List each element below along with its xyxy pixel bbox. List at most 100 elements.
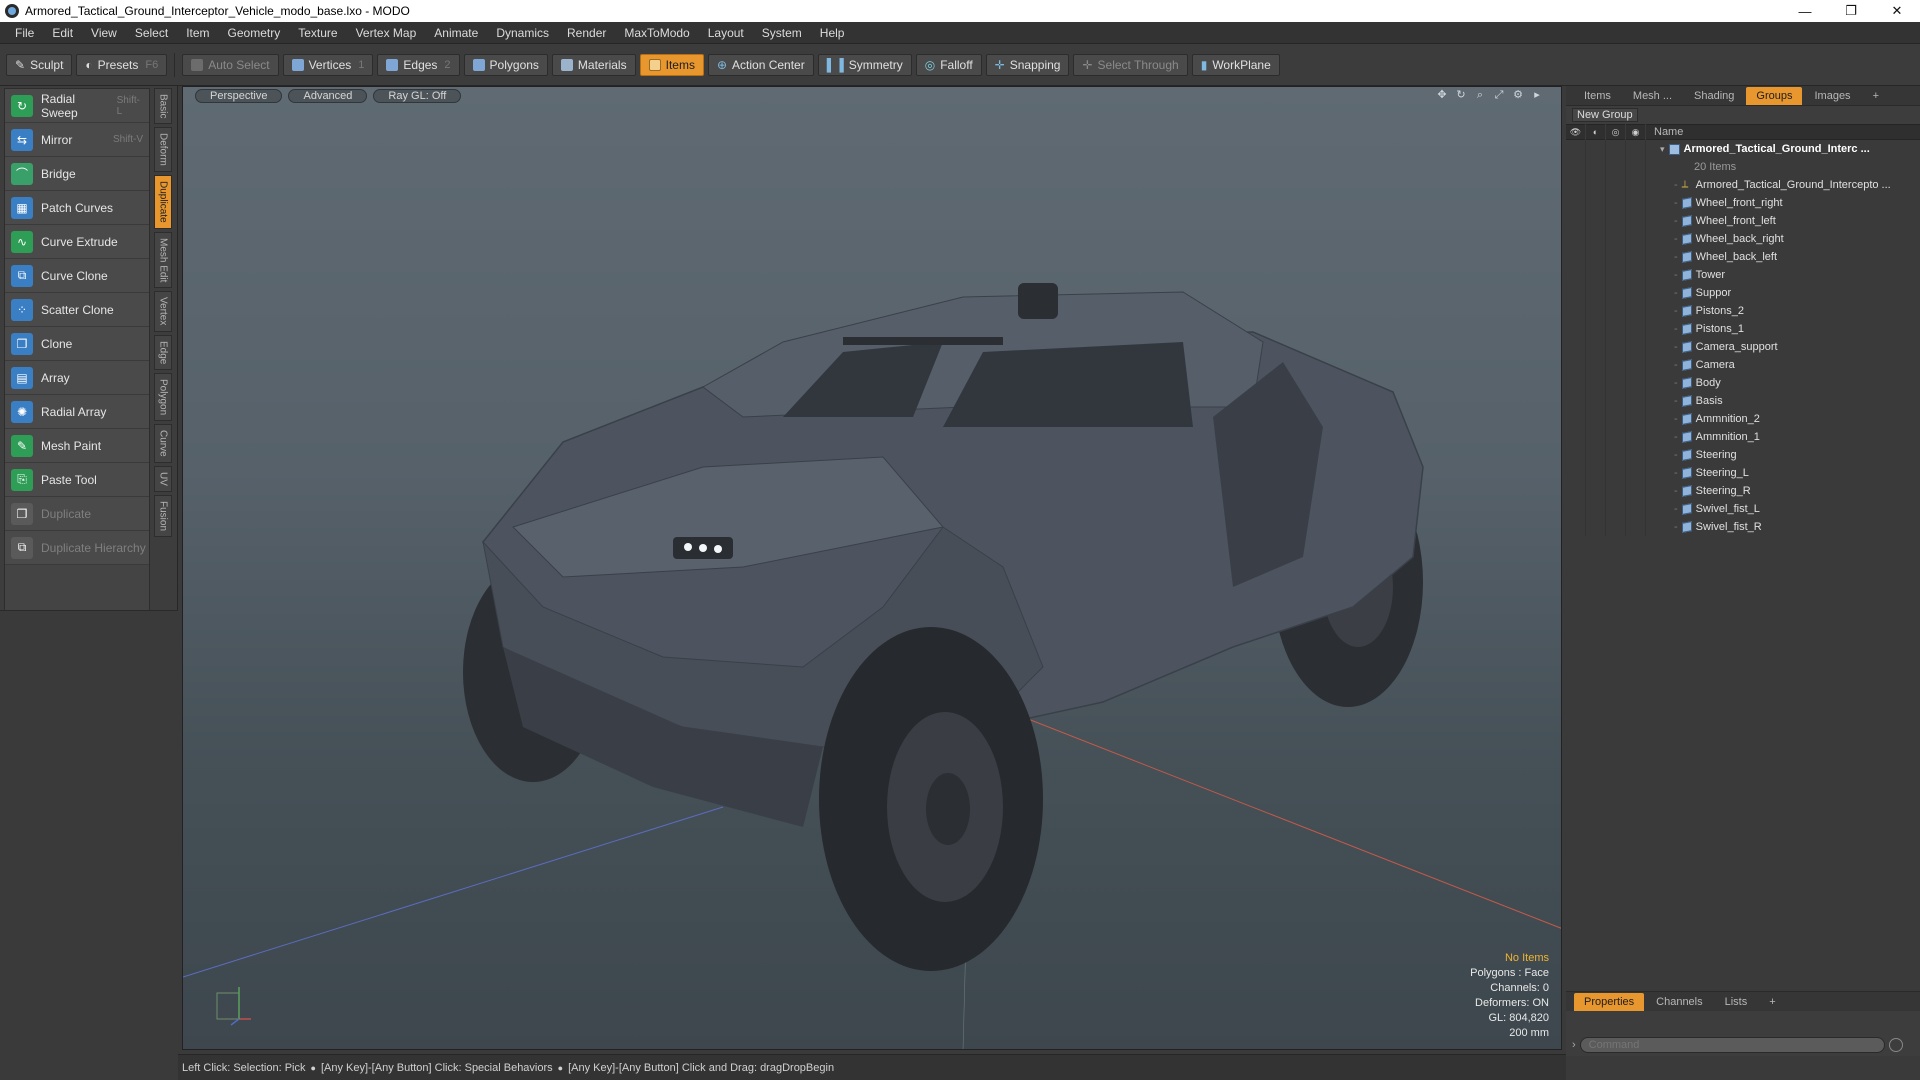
tab-images[interactable]: Images [1804, 87, 1860, 105]
command-history-icon[interactable] [1888, 1038, 1903, 1052]
tool-scatter-clone[interactable]: ⁘ Scatter Clone [5, 293, 149, 327]
tool-paste-tool[interactable]: ⎘ Paste Tool [5, 463, 149, 497]
vertices-button[interactable]: Vertices 1 [282, 53, 374, 76]
menu-item[interactable]: Item [177, 26, 218, 40]
tab-fusion[interactable]: Fusion [154, 494, 172, 537]
edges-button[interactable]: Edges 2 [377, 53, 460, 76]
group-item-row[interactable]: - Swivel_fist_R [1566, 518, 1920, 536]
menu-geometry[interactable]: Geometry [219, 26, 290, 40]
gear-icon[interactable]: ⚙ [1512, 89, 1524, 101]
add-tab-button[interactable]: + [1863, 87, 1889, 105]
tab-polygon[interactable]: Polygon [154, 373, 172, 422]
workplane-button[interactable]: ▮ WorkPlane [1191, 53, 1280, 76]
maximize-button[interactable]: ❐ [1828, 0, 1874, 22]
tab-deform[interactable]: Deform [154, 127, 172, 173]
group-item-row[interactable]: - Swivel_fist_L [1566, 500, 1920, 518]
group-item-row[interactable]: - Suppor [1566, 284, 1920, 302]
collapse-icon[interactable]: ▾ [1660, 144, 1665, 155]
tab-curve[interactable]: Curve [154, 424, 172, 463]
command-input[interactable] [1579, 1037, 1885, 1053]
group-item-row[interactable]: - Wheel_front_right [1566, 194, 1920, 212]
raygl-dropdown[interactable]: Ray GL: Off [373, 89, 462, 103]
action-center-button[interactable]: ⊕ Action Center [707, 53, 814, 76]
tool-clone[interactable]: ❐ Clone [5, 327, 149, 361]
menu-view[interactable]: View [82, 26, 126, 40]
tab-mesh[interactable]: Mesh ... [1623, 87, 1682, 105]
tool-duplicate[interactable]: ❐ Duplicate [5, 497, 149, 531]
group-row[interactable]: ▾ Armored_Tactical_Ground_Interc ... [1566, 140, 1920, 158]
visibility-column-icon[interactable]: 👁 [1566, 124, 1586, 140]
minimize-button[interactable]: — [1782, 0, 1828, 22]
group-item-row[interactable]: - Steering_R [1566, 482, 1920, 500]
group-item-row[interactable]: - Wheel_back_right [1566, 230, 1920, 248]
sculpt-button[interactable]: ✎ Sculpt [6, 53, 73, 76]
menu-system[interactable]: System [753, 26, 811, 40]
tool-array[interactable]: ▤ Array [5, 361, 149, 395]
rotate-icon[interactable]: ↻ [1455, 89, 1467, 101]
tab-items[interactable]: Items [1574, 87, 1621, 105]
perspective-dropdown[interactable]: Perspective [195, 89, 283, 103]
chevron-right-icon[interactable]: ▸ [1531, 89, 1543, 101]
name-column-header[interactable]: Name [1646, 126, 1683, 138]
menu-render[interactable]: Render [558, 26, 615, 40]
add-properties-tab-button[interactable]: + [1759, 993, 1785, 1011]
polygons-button[interactable]: Polygons [463, 53, 548, 76]
menu-file[interactable]: File [6, 26, 43, 40]
tab-vertex[interactable]: Vertex [154, 291, 172, 332]
menu-animate[interactable]: Animate [425, 26, 487, 40]
close-button[interactable]: ✕ [1874, 0, 1920, 22]
tab-mesh-edit[interactable]: Mesh Edit [154, 231, 172, 289]
tool-bridge[interactable]: ⌒ Bridge [5, 157, 149, 191]
tab-lists[interactable]: Lists [1715, 993, 1758, 1011]
group-item-row[interactable]: - Ammnition_1 [1566, 428, 1920, 446]
menu-help[interactable]: Help [811, 26, 854, 40]
menu-vertex-map[interactable]: Vertex Map [347, 26, 426, 40]
group-item-row[interactable]: - Steering [1566, 446, 1920, 464]
group-item-row[interactable]: - Steering_L [1566, 464, 1920, 482]
tool-mirror[interactable]: ⇆ Mirror Shift-V [5, 123, 149, 157]
menu-texture[interactable]: Texture [289, 26, 346, 40]
menu-select[interactable]: Select [126, 26, 177, 40]
select-column-icon[interactable]: ◉ [1626, 124, 1646, 140]
zoom-icon[interactable]: ⌕ [1474, 89, 1486, 101]
advanced-dropdown[interactable]: Advanced [288, 89, 368, 103]
tool-radial-array[interactable]: ✺ Radial Array [5, 395, 149, 429]
group-item-row[interactable]: - ⟂ Armored_Tactical_Ground_Intercepto ... [1566, 176, 1920, 194]
vehicle-scene[interactable] [183, 87, 1562, 1050]
tab-channels[interactable]: Channels [1646, 993, 1712, 1011]
presets-button[interactable]: ◐ Presets F6 [76, 53, 168, 76]
items-button[interactable]: Items [639, 53, 704, 76]
tab-groups[interactable]: Groups [1746, 86, 1803, 105]
menu-dynamics[interactable]: Dynamics [487, 26, 558, 40]
tool-curve-clone[interactable]: ⧉ Curve Clone [5, 259, 149, 293]
lock-column-icon[interactable]: ◎ [1606, 124, 1626, 140]
symmetry-button[interactable]: ▌▐ Symmetry [817, 53, 912, 76]
tab-duplicate[interactable]: Duplicate [154, 175, 172, 229]
group-item-row[interactable]: - Pistons_2 [1566, 302, 1920, 320]
materials-button[interactable]: Materials [551, 53, 636, 76]
tab-uv[interactable]: UV [154, 465, 172, 492]
tab-shading[interactable]: Shading [1684, 87, 1744, 105]
tool-duplicate-hierarchy[interactable]: ⧉ Duplicate Hierarchy [5, 531, 149, 565]
group-item-row[interactable]: - Camera_support [1566, 338, 1920, 356]
new-group-button[interactable]: New Group [1572, 108, 1638, 122]
tool-curve-extrude[interactable]: ∿ Curve Extrude [5, 225, 149, 259]
tool-patch-curves[interactable]: ▦ Patch Curves [5, 191, 149, 225]
group-item-row[interactable]: - Basis [1566, 392, 1920, 410]
menu-maxtomodo[interactable]: MaxToModo [615, 26, 698, 40]
group-item-row[interactable]: - Camera [1566, 356, 1920, 374]
group-item-row[interactable]: - Wheel_back_left [1566, 248, 1920, 266]
group-item-row[interactable]: - Pistons_1 [1566, 320, 1920, 338]
fit-icon[interactable]: ⤢ [1493, 89, 1505, 101]
tab-edge[interactable]: Edge [154, 334, 172, 371]
pan-icon[interactable]: ✥ [1436, 89, 1448, 101]
menu-layout[interactable]: Layout [699, 26, 753, 40]
group-item-row[interactable]: - Ammnition_2 [1566, 410, 1920, 428]
snapping-button[interactable]: ✛ Snapping [985, 53, 1070, 76]
tab-properties[interactable]: Properties [1574, 992, 1645, 1011]
auto-select-button[interactable]: Auto Select [182, 53, 279, 76]
tool-mesh-paint[interactable]: ✎ Mesh Paint [5, 429, 149, 463]
group-item-row[interactable]: - Tower [1566, 266, 1920, 284]
group-item-row[interactable]: - Wheel_front_left [1566, 212, 1920, 230]
group-item-row[interactable]: - Body [1566, 374, 1920, 392]
